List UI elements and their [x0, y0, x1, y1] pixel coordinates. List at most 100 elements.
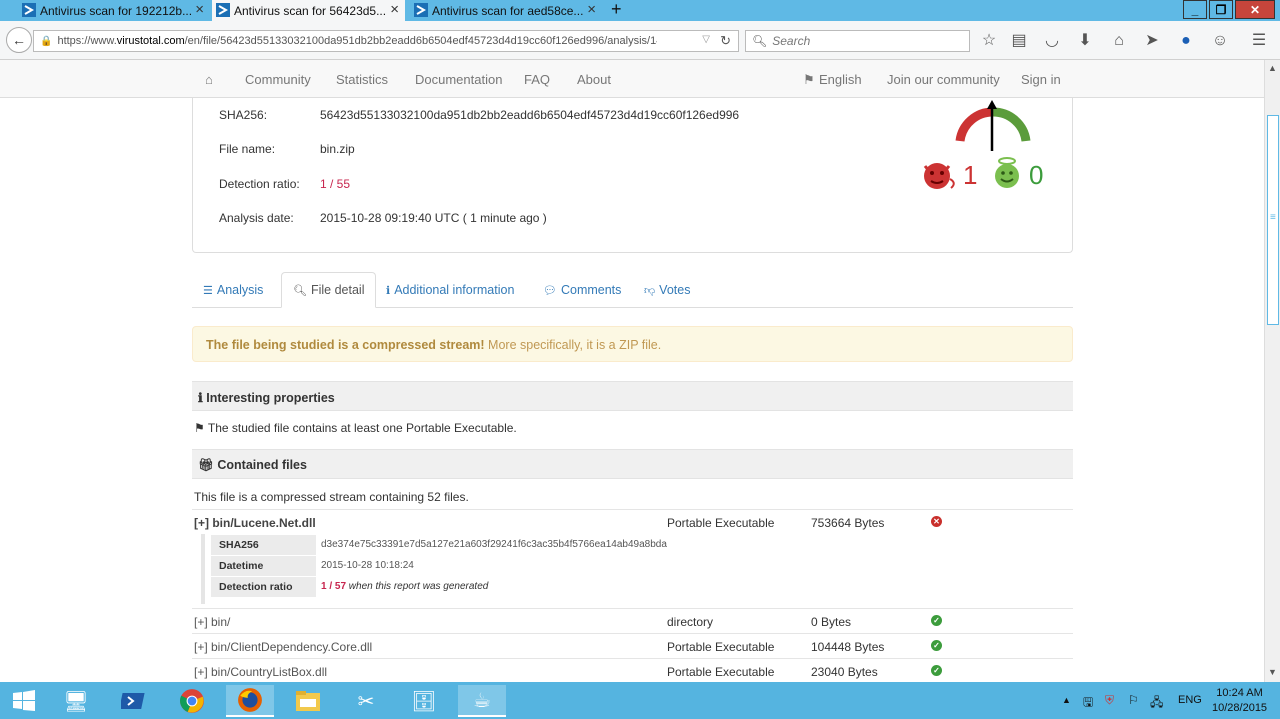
file-name[interactable]: [+] bin/ClientDependency.Core.dll [194, 640, 372, 654]
tab-votes[interactable]: 👎︎ Votes [633, 272, 701, 308]
snipping-tool-icon[interactable]: ✂ [342, 685, 390, 717]
browser-tab[interactable]: Antivirus scan for 192212b... × [18, 0, 210, 21]
clean-check-icon: ✓ [931, 640, 942, 651]
tab-analysis[interactable]: ☰ Analysis [192, 272, 274, 308]
interesting-item-text: The studied file contains at least one P… [207, 421, 517, 435]
contained-intro: This file is a compressed stream contain… [194, 490, 469, 504]
system-clock[interactable]: 10:24 AM 10/28/2015 [1212, 686, 1267, 716]
detail-ratio-label: Detection ratio [211, 577, 316, 597]
extension-icon[interactable]: ● [1176, 32, 1196, 50]
scroll-down-icon[interactable]: ▼ [1268, 667, 1277, 677]
firefox-icon[interactable] [226, 685, 274, 717]
detail-datetime-value: 2015-10-28 10:18:24 [321, 560, 414, 571]
browser-tab-active[interactable]: Antivirus scan for 56423d5... × [212, 0, 405, 21]
home-icon[interactable]: ⌂ [1109, 32, 1129, 50]
chat-icon[interactable]: ☺ [1210, 32, 1230, 50]
tray-security-icon[interactable]: ⛨ [1105, 693, 1114, 708]
file-size: 0 Bytes [811, 615, 852, 629]
tray-app-icon[interactable]: 🖫 [1083, 693, 1093, 714]
browser-navigation-bar: ← 🔒 https://www.virustotal.com/en/file/5… [0, 21, 1280, 60]
firefox-logo-icon [238, 688, 262, 712]
file-name[interactable]: [+] bin/Lucene.Net.dll [194, 516, 316, 530]
powershell-icon[interactable] [110, 685, 158, 717]
flag-icon: ⚑ [803, 72, 815, 87]
file-type: Portable Executable [667, 665, 775, 679]
server-manager-icon[interactable]: 🖥︎ [52, 685, 100, 717]
file-name[interactable]: [+] bin/ [194, 615, 230, 629]
tray-overflow-icon[interactable]: ▲ [1062, 695, 1071, 705]
nav-faq[interactable]: FAQ [524, 72, 550, 87]
votes-good-count: 0 [1029, 160, 1044, 190]
tab-close-icon[interactable]: × [195, 1, 204, 18]
close-window-button[interactable]: ✕ [1235, 0, 1275, 19]
content-tabs: ☰ Analysis 🔍︎ File detail ℹ Additional i… [192, 272, 1073, 308]
tab-comments-label: Comments [560, 283, 622, 297]
nav-sign-in[interactable]: Sign in [1021, 72, 1061, 87]
tab-additional-information[interactable]: ℹ Additional information [375, 272, 525, 308]
file-explorer-icon[interactable] [284, 685, 332, 717]
virustotal-favicon-icon [22, 3, 36, 17]
reload-icon[interactable]: ↻ [720, 33, 731, 49]
nav-statistics[interactable]: Statistics [336, 72, 388, 87]
scrollbar-thumb[interactable]: ≡ [1267, 115, 1279, 325]
send-icon[interactable]: ➤ [1142, 32, 1162, 50]
nav-community[interactable]: Community [245, 72, 311, 87]
nav-language[interactable]: English [819, 72, 862, 87]
bookmark-star-icon[interactable]: ☆ [979, 32, 999, 50]
table-row[interactable]: [+] bin/ClientDependency.Core.dll Portab… [192, 633, 1073, 658]
nav-about[interactable]: About [577, 72, 611, 87]
detection-ratio-label: Detection ratio: [219, 177, 300, 191]
pocket-icon[interactable]: ◡ [1042, 32, 1062, 50]
reading-list-icon[interactable]: ▤ [1009, 32, 1029, 50]
scroll-up-icon[interactable]: ▲ [1268, 63, 1277, 73]
tab-file-detail[interactable]: 🔍︎ File detail [281, 272, 377, 308]
action-center-flag-icon[interactable]: ⚐ [1128, 693, 1139, 707]
tab-votes-label: Votes [659, 283, 691, 297]
chrome-icon[interactable] [168, 685, 216, 717]
analysis-date-value: 2015-10-28 09:19:40 UTC ( 1 minute ago ) [320, 211, 547, 225]
search-icon: 🔍︎ [752, 34, 768, 48]
votes-bad-count: 1 [963, 160, 978, 190]
detail-ratio-number: 1 / 57 [321, 581, 347, 592]
minimize-window-button[interactable]: _ [1183, 0, 1207, 19]
angel-face-icon[interactable] [992, 156, 1022, 190]
nav-join-community[interactable]: Join our community [887, 72, 1000, 87]
table-row[interactable]: [+] bin/CountryListBox.dll Portable Exec… [192, 658, 1073, 682]
file-name[interactable]: [+] bin/CountryListBox.dll [194, 665, 327, 679]
search-input[interactable]: 🔍︎ Search [745, 30, 970, 52]
restore-window-button[interactable]: ❐ [1209, 0, 1233, 19]
chrome-logo-icon [180, 689, 204, 713]
network-icon[interactable]: 🖧 [1150, 693, 1163, 714]
menu-hamburger-icon[interactable]: ☰ [1249, 32, 1269, 50]
table-row[interactable]: [+] bin/ directory 0 Bytes ✓ [192, 608, 1073, 633]
tab-comments[interactable]: 💬︎ Comments [532, 272, 632, 308]
tab-close-icon[interactable]: × [587, 1, 596, 18]
browser-tab[interactable]: Antivirus scan for aed58ce... × [410, 0, 602, 21]
interesting-properties-heading: ℹ Interesting properties [192, 381, 1073, 411]
windows-start-icon[interactable] [0, 685, 48, 717]
vertical-scrollbar[interactable]: ▲ ≡ ▼ [1264, 60, 1280, 682]
download-icon[interactable]: ⬇ [1075, 32, 1095, 50]
url-prefix: https://www. [57, 35, 117, 47]
back-arrow-icon[interactable]: ← [6, 27, 32, 53]
url-dropdown-icon[interactable]: ▽ [702, 34, 710, 45]
virustotal-favicon-icon [216, 3, 230, 17]
powershell-logo-icon [121, 693, 145, 709]
site-navbar: ⌂ Community Statistics Documentation FAQ… [0, 60, 1264, 98]
evil-face-icon[interactable] [921, 161, 957, 191]
input-language[interactable]: ENG [1178, 694, 1202, 706]
detail-sha256-label: SHA256 [211, 535, 316, 555]
java-icon[interactable]: ☕︎ [458, 685, 506, 717]
search-placeholder: Search [772, 34, 811, 48]
sha256-value: 56423d55133032100da951db2bb2eadd6b6504ed… [320, 108, 740, 122]
filename-value: bin.zip [320, 142, 355, 156]
home-icon[interactable]: ⌂ [205, 72, 213, 87]
tab-additional-label: Additional information [394, 283, 515, 297]
nav-documentation[interactable]: Documentation [415, 72, 502, 87]
tab-close-icon[interactable]: × [390, 1, 399, 18]
archive-icon[interactable]: 🗄︎ [400, 685, 448, 717]
table-row[interactable]: [+] bin/Lucene.Net.dll Portable Executab… [192, 509, 1073, 534]
address-bar[interactable]: 🔒 https://www.virustotal.com/en/file/564… [33, 30, 739, 52]
info-icon: ℹ [386, 284, 391, 297]
new-tab-icon[interactable]: + [611, 0, 622, 20]
